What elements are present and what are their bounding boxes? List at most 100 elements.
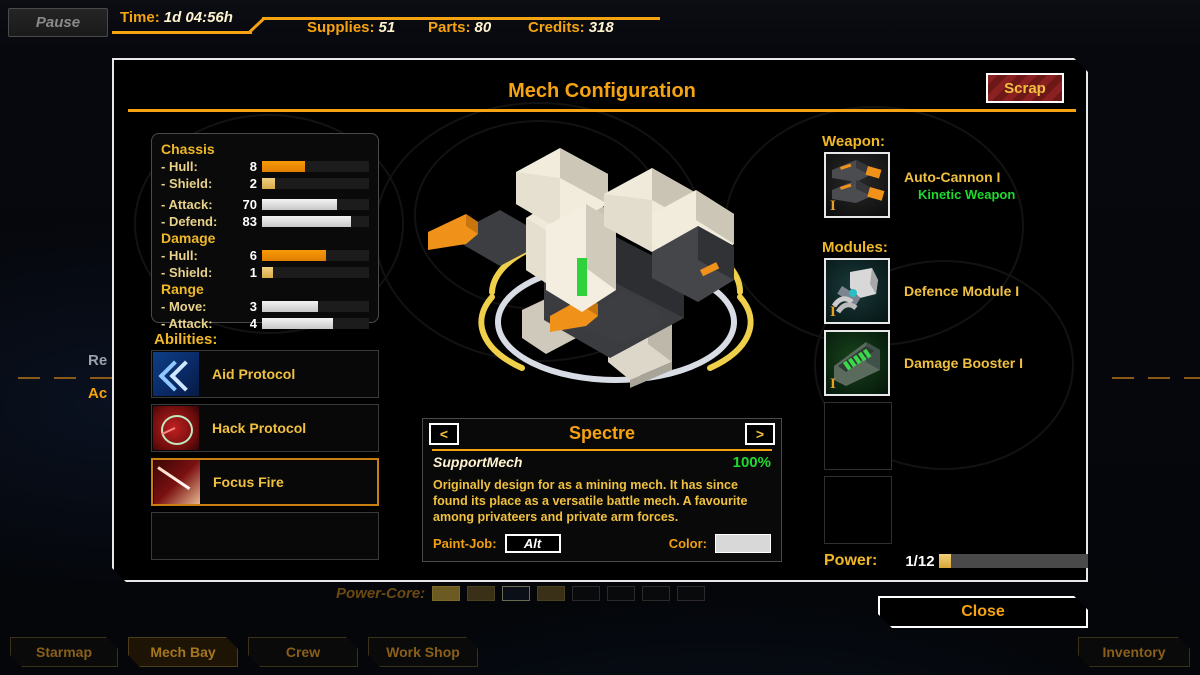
nav-button-inventory[interactable]: Inventory <box>1078 637 1190 667</box>
ability-slot-aid-protocol[interactable]: Aid Protocol <box>151 350 379 398</box>
mech-info-panel: < Spectre > SupportMech 100% Originally … <box>422 418 782 562</box>
nav-button-work-shop[interactable]: Work Shop <box>368 637 478 667</box>
hud-rule-left <box>112 31 252 34</box>
stat-label: - Defend: <box>161 213 218 229</box>
stat-value: 6 <box>249 247 257 263</box>
ability-slot-focus-fire[interactable]: Focus Fire <box>151 458 379 506</box>
pause-button[interactable]: Pause <box>8 8 108 37</box>
stat-row-shield: - Shield: 2 <box>161 175 369 191</box>
modules-section-label: Modules: <box>822 239 888 256</box>
stat-value: 8 <box>249 158 257 174</box>
paint-job-value[interactable]: Alt <box>505 534 561 553</box>
hud-supplies-label: Supplies: <box>307 19 375 36</box>
ability-label: Focus Fire <box>213 474 284 490</box>
nav-button-crew[interactable]: Crew <box>248 637 358 667</box>
stat-bar <box>262 250 369 261</box>
hud-credits-value: 318 <box>588 19 614 36</box>
ability-slot-empty[interactable] <box>151 512 379 560</box>
stat-value: 83 <box>242 213 257 229</box>
stat-group-damage: Damage - Hull: 6 - Shield: 1 <box>161 230 369 280</box>
power-core-cell <box>572 586 601 601</box>
hud-parts: Parts: 80 <box>428 19 491 36</box>
top-hud-bar: Pause Time: 1d 04:56h Supplies: 51 Parts: 8… <box>0 0 1200 46</box>
hud-supplies: Supplies: 51 <box>307 19 395 36</box>
stat-row-attack-range: - Attack: 4 <box>161 315 369 331</box>
background-dash <box>1184 377 1200 379</box>
weapon-tier: I <box>830 198 836 214</box>
module-slot-defence[interactable]: I <box>824 258 890 324</box>
weapon-text: Auto-Cannon I Kinetic Weapon <box>904 169 1015 202</box>
next-mech-button[interactable]: > <box>745 423 775 445</box>
background-dash <box>1112 377 1134 379</box>
stat-bar <box>262 216 369 227</box>
hud-time-value: 1d 04:56h <box>163 9 233 26</box>
background-dash <box>90 377 112 379</box>
nav-button-mech-bay[interactable]: Mech Bay <box>128 637 238 667</box>
power-core-cell <box>537 586 566 601</box>
focus-beam-icon <box>154 460 200 504</box>
power-value: 1/12 <box>905 552 935 570</box>
stat-bar <box>262 301 369 312</box>
stat-value: 3 <box>249 298 257 314</box>
scrap-button[interactable]: Scrap <box>986 73 1064 103</box>
mech-condition: 100% <box>732 454 771 471</box>
background-dash <box>54 377 76 379</box>
color-swatch[interactable] <box>715 534 771 553</box>
weapon-row: I Auto-Cannon I Kinetic Weapon <box>824 152 1015 218</box>
module-slot-empty[interactable] <box>824 476 892 544</box>
bottom-nav-bar: Starmap Mech Bay Crew Work Shop Inventor… <box>0 629 1200 675</box>
paint-job-label: Paint-Job: <box>433 536 497 551</box>
abilities-label: Abilities: <box>154 331 218 348</box>
power-core-cell <box>467 586 496 601</box>
module-name: Damage Booster I <box>904 355 1024 371</box>
stat-label: - Shield: <box>161 264 213 280</box>
mech-info-header: < Spectre > <box>423 419 781 449</box>
abilities-list: Aid Protocol Hack Protocol Focus Fire <box>151 350 379 566</box>
hud-credits: Credits: 318 <box>528 19 614 36</box>
power-core-cell <box>642 586 671 601</box>
dialog-title-divider <box>128 109 1076 112</box>
stat-bar <box>262 178 369 189</box>
stat-row-damage-shield: - Shield: 1 <box>161 264 369 280</box>
module-slot-booster[interactable]: I <box>824 330 890 396</box>
color-label: Color: <box>668 536 707 551</box>
mech-customization-row: Paint-Job: Alt Color: <box>423 534 781 553</box>
stat-group-title: Range <box>161 281 204 297</box>
stat-label: - Hull: <box>161 158 198 174</box>
mech-model <box>404 122 824 412</box>
stat-label: - Hull: <box>161 247 198 263</box>
stat-value: 4 <box>249 315 257 331</box>
stat-group-chassis: Chassis - Hull: 8 - Shield: 2 - Attack: … <box>161 141 369 229</box>
stat-row-hull: - Hull: 8 <box>161 158 369 174</box>
module-slot-empty[interactable] <box>824 402 892 470</box>
close-button[interactable]: Close <box>878 596 1088 628</box>
stat-group-title: Damage <box>161 230 216 246</box>
mech-name: Spectre <box>568 423 636 443</box>
stat-group-title: Chassis <box>161 141 215 157</box>
hack-gauge-icon <box>153 406 199 450</box>
stat-row-attack: - Attack: 70 <box>161 196 369 212</box>
nav-button-starmap[interactable]: Starmap <box>10 637 118 667</box>
background-research-label: Re <box>88 352 108 369</box>
stat-bar <box>262 318 369 329</box>
power-core-cell <box>677 586 706 601</box>
background-dash <box>18 377 40 379</box>
aid-chevron-icon <box>153 352 199 396</box>
weapon-type: Kinetic Weapon <box>918 186 1016 202</box>
hud-supplies-value: 51 <box>378 19 396 36</box>
module-row-empty <box>824 402 1023 470</box>
module-row-empty <box>824 476 1023 544</box>
dialog-title: Mech Configuration <box>508 80 696 102</box>
stat-bar <box>262 161 369 172</box>
weapon-name: Auto-Cannon I <box>904 168 1001 185</box>
power-core-meter: Power-Core: <box>336 585 706 602</box>
ability-slot-hack-protocol[interactable]: Hack Protocol <box>151 404 379 452</box>
stat-label: - Move: <box>161 298 207 314</box>
mech-preview-viewport[interactable] <box>404 122 824 412</box>
stat-group-range: Range - Move: 3 - Attack: 4 <box>161 281 369 331</box>
power-bar <box>939 554 1089 568</box>
weapon-slot[interactable]: I <box>824 152 890 218</box>
power-label: Power: <box>824 552 878 569</box>
stat-bar <box>262 267 369 278</box>
ability-label: Hack Protocol <box>212 420 307 436</box>
